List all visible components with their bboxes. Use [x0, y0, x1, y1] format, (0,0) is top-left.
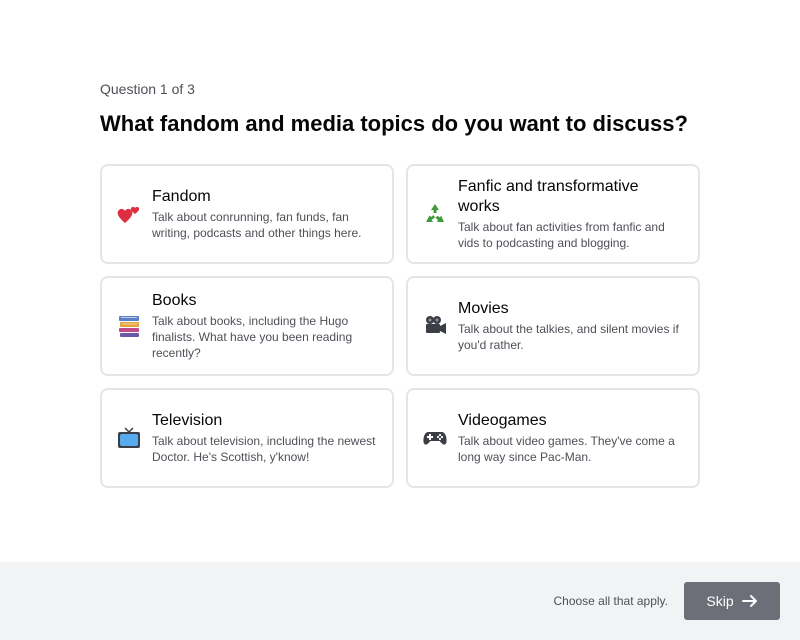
choose-hint: Choose all that apply. [553, 594, 668, 608]
movie-camera-icon [422, 313, 448, 339]
two-hearts-icon [116, 201, 142, 227]
option-card-videogames[interactable]: Videogames Talk about video games. They'… [406, 388, 700, 488]
option-description: Talk about video games. They've come a l… [458, 434, 675, 464]
option-title: Fandom [152, 188, 211, 205]
question-title: What fandom and media topics do you want… [100, 111, 688, 136]
option-description: Talk about television, including the new… [152, 434, 376, 464]
question-progress: Question 1 of 3 [100, 81, 195, 97]
option-title: Movies [458, 300, 509, 317]
option-card-fanfic[interactable]: Fanfic and transformative works Talk abo… [406, 164, 700, 264]
option-card-television[interactable]: Television Talk about television, includ… [100, 388, 394, 488]
onboarding-modal: Question 1 of 3 What fandom and media to… [0, 0, 800, 640]
options-grid: Fandom Talk about conrunning, fan funds,… [100, 164, 700, 488]
option-description: Talk about conrunning, fan funds, fan wr… [152, 210, 362, 240]
question-content: Question 1 of 3 What fandom and media to… [100, 80, 700, 488]
option-title: Books [152, 292, 197, 309]
option-title: Television [152, 412, 223, 429]
skip-button[interactable]: Skip [684, 582, 780, 620]
option-card-movies[interactable]: Movies Talk about the talkies, and silen… [406, 276, 700, 376]
recycle-icon [422, 201, 448, 227]
option-title: Fanfic and transformative works [458, 178, 639, 215]
arrow-right-icon [741, 595, 758, 607]
option-title: Videogames [458, 412, 547, 429]
option-card-fandom[interactable]: Fandom Talk about conrunning, fan funds,… [100, 164, 394, 264]
television-icon [116, 425, 142, 451]
option-card-books[interactable]: Books Talk about books, including the Hu… [100, 276, 394, 376]
skip-label: Skip [706, 593, 734, 609]
books-icon [116, 313, 142, 339]
option-description: Talk about fan activities from fanfic an… [458, 220, 665, 250]
game-controller-icon [422, 425, 448, 451]
option-description: Talk about the talkies, and silent movie… [458, 322, 679, 352]
modal-footer: Choose all that apply. Skip [0, 562, 800, 640]
option-description: Talk about books, including the Hugo fin… [152, 314, 353, 360]
